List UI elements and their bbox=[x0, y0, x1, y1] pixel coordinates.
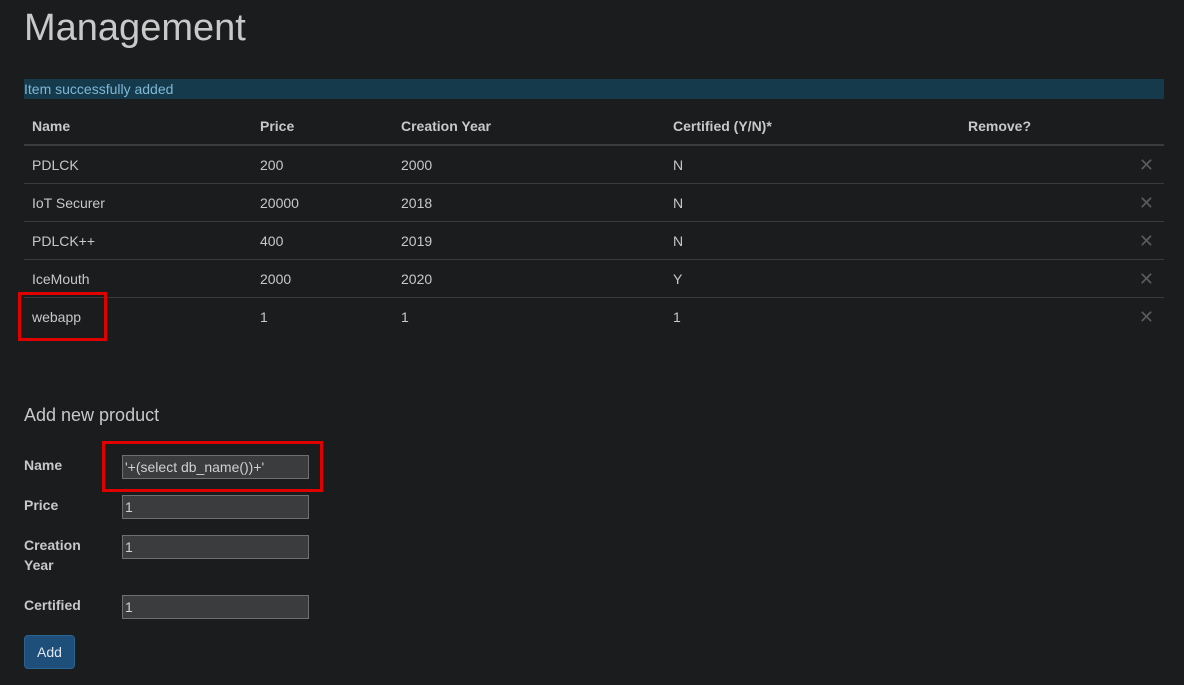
table-row: IceMouth 2000 2020 Y ✕ bbox=[24, 259, 1164, 298]
cell-remove: ✕ bbox=[960, 183, 1164, 222]
cell-creation-year: 2000 bbox=[393, 145, 665, 184]
remove-icon[interactable]: ✕ bbox=[1139, 270, 1156, 288]
page-title: Management bbox=[24, 7, 246, 49]
products-table: Name Price Creation Year Certified (Y/N)… bbox=[24, 108, 1164, 335]
price-label: Price bbox=[24, 497, 59, 513]
cell-certified: N bbox=[665, 221, 960, 260]
table-row: IoT Securer 20000 2018 N ✕ bbox=[24, 183, 1164, 222]
price-input[interactable] bbox=[122, 495, 309, 519]
cell-creation-year: 2018 bbox=[393, 183, 665, 222]
cell-name: IceMouth bbox=[24, 259, 252, 298]
cell-price: 20000 bbox=[252, 183, 393, 222]
table-row: PDLCK++ 400 2019 N ✕ bbox=[24, 221, 1164, 260]
column-header-name: Name bbox=[24, 108, 252, 146]
add-button[interactable]: Add bbox=[24, 635, 75, 669]
cell-name: PDLCK++ bbox=[24, 221, 252, 260]
cell-price: 1 bbox=[260, 308, 268, 325]
table-row: webapp 1 1 1 ✕ bbox=[24, 298, 1164, 336]
cell-remove: ✕ bbox=[960, 145, 1164, 184]
cell-name: IoT Securer bbox=[24, 183, 252, 222]
table-header-row: Name Price Creation Year Certified (Y/N)… bbox=[24, 108, 1164, 146]
cell-certified: 1 bbox=[673, 308, 681, 325]
cell-certified: N bbox=[665, 145, 960, 184]
cell-remove: ✕ bbox=[960, 298, 1164, 336]
remove-icon[interactable]: ✕ bbox=[1139, 156, 1156, 174]
column-header-price: Price bbox=[252, 108, 393, 146]
column-header-creation-year: Creation Year bbox=[393, 108, 665, 146]
cell-name: PDLCK bbox=[24, 145, 252, 184]
cell-creation-year: 2020 bbox=[393, 259, 665, 298]
certified-label: Certified bbox=[24, 597, 81, 613]
name-input[interactable] bbox=[122, 455, 309, 479]
success-alert: Item successfully added bbox=[24, 79, 1164, 99]
cell-price: 2000 bbox=[252, 259, 393, 298]
cell-remove: ✕ bbox=[960, 259, 1164, 298]
cell-remove: ✕ bbox=[960, 221, 1164, 260]
cell-creation-year: 2019 bbox=[393, 221, 665, 260]
cell-price: 200 bbox=[252, 145, 393, 184]
cell-certified: Y bbox=[665, 259, 960, 298]
remove-icon[interactable]: ✕ bbox=[1139, 308, 1156, 326]
add-product-title: Add new product bbox=[24, 405, 160, 425]
name-label: Name bbox=[24, 457, 63, 473]
cell-creation-year: 1 bbox=[401, 308, 409, 325]
creation-year-label: Creation Year bbox=[24, 537, 81, 573]
column-header-remove: Remove? bbox=[960, 108, 1164, 146]
cell-name: webapp bbox=[32, 308, 82, 325]
cell-certified: N bbox=[665, 183, 960, 222]
creation-year-input[interactable] bbox=[122, 535, 309, 559]
certified-input[interactable] bbox=[122, 595, 309, 619]
remove-icon[interactable]: ✕ bbox=[1139, 232, 1156, 250]
column-header-certified: Certified (Y/N)* bbox=[665, 108, 960, 146]
table-row: PDLCK 200 2000 N ✕ bbox=[24, 145, 1164, 184]
cell-price: 400 bbox=[252, 221, 393, 260]
remove-icon[interactable]: ✕ bbox=[1139, 194, 1156, 212]
